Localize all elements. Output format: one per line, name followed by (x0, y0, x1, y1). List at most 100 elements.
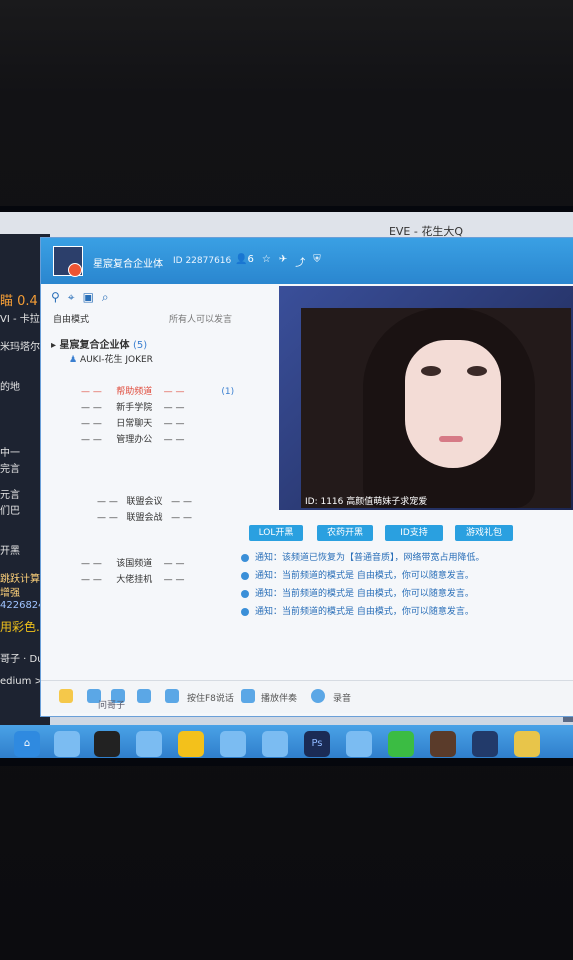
streamer-video: ID: 1116 高颜值萌妹子求宠爱 (301, 308, 571, 508)
eve-icon[interactable] (472, 731, 498, 757)
channel-name: 星宸复合企业体 (93, 259, 163, 270)
location-icon[interactable]: ⌖ (68, 290, 75, 305)
mixer-icon[interactable] (137, 689, 151, 703)
info-icon (241, 607, 249, 616)
dash: — — (163, 403, 185, 413)
record-icon[interactable] (311, 689, 325, 703)
network-icon[interactable] (262, 731, 288, 757)
eve-line: 们巴 (0, 506, 20, 517)
notice-text: 通知：当前频道的模式是 自由模式，你可以随意发言。 (255, 607, 474, 617)
expand-icon: ▸ (51, 340, 60, 351)
tree-item-count: (1) (221, 387, 235, 397)
dash: — — (163, 387, 185, 397)
dash: — — (81, 419, 102, 429)
tree-item-label: 新手学院 (116, 403, 153, 413)
search-icon[interactable]: ⌕ (102, 290, 109, 305)
star-icon[interactable]: ☆ (262, 254, 271, 269)
channel-avatar[interactable] (53, 246, 83, 277)
home-icon[interactable]: ⌂ (14, 731, 40, 757)
face-shape (405, 340, 501, 468)
tree-item-label: 联盟会战 (126, 513, 163, 523)
toolbar: ⚲ ⌖ ▣ ⌕ (51, 290, 109, 305)
tree-item-afk[interactable]: — — 大佬挂机 — — (81, 572, 185, 585)
app-icon[interactable] (54, 731, 80, 757)
tree-item-label: 日常聊天 (116, 419, 153, 429)
tree-item-label: 管理办公 (116, 435, 153, 445)
notice-item: 通知：当前频道的模式是 自由模式，你可以随意发言。 (241, 586, 474, 599)
tree-item-label: 该国频道 (116, 559, 153, 569)
plane-icon[interactable]: ✈ (279, 254, 287, 269)
eve-line: 元言 (0, 490, 20, 501)
screen-icon[interactable] (165, 689, 179, 703)
lol-button[interactable]: LOL开黑 (249, 525, 303, 541)
mode-right-label: 所有人可以发言 (169, 315, 233, 325)
notice-item: 通知：当前频道的模式是 自由模式，你可以随意发言。 (241, 568, 474, 581)
eve-line: 完言 (0, 464, 20, 475)
eye-shape (467, 366, 487, 376)
ptt-label[interactable]: 按住F8说话 (187, 691, 234, 704)
tree-user-label: AUKI-花生 JOKER (79, 355, 153, 365)
eye-shape (421, 366, 441, 376)
tree-root-count: (5) (133, 340, 148, 351)
dash: — — (97, 513, 118, 523)
photoshop-icon[interactable]: Ps (304, 731, 330, 757)
notice-item: 通知：该频道已恢复为【普通音质】，网络带宽占用降低。 (241, 550, 485, 563)
music-label[interactable]: 播放伴奏 (261, 691, 297, 704)
video-panel[interactable]: ID: 1116 高颜值萌妹子求宠爱 (279, 286, 573, 510)
tree-item-admin[interactable]: — — 管理办公 — — (81, 432, 185, 445)
notice-item: 通知：当前频道的模式是 自由模式，你可以随意发言。 (241, 604, 474, 617)
tree-item-label: 大佬挂机 (116, 575, 153, 585)
eve-line: VI - 卡拉 (0, 314, 40, 325)
gift-button[interactable]: 游戏礼包 (455, 525, 513, 541)
note-icon[interactable]: ▣ (83, 290, 94, 305)
tree-item-help[interactable]: — — 帮助频道 — — (1) (81, 384, 234, 397)
eve-line: 瞄 0.4 (0, 294, 38, 309)
chat-app-icon[interactable] (514, 731, 540, 757)
badge-icon (68, 263, 82, 277)
chrome-icon[interactable] (178, 731, 204, 757)
kings-button[interactable]: 农药开黑 (317, 525, 373, 541)
shield-icon[interactable]: ⛨ (313, 254, 321, 269)
game-window-icon[interactable] (430, 731, 456, 757)
user-icon: ♟ (69, 355, 80, 365)
info-icon (241, 589, 249, 598)
quick-buttons: LOL开黑 农药开黑 ID支持 游戏礼包 (249, 525, 569, 545)
qq-icon[interactable] (94, 731, 120, 757)
eve-line: 中一 (0, 448, 20, 459)
share-icon[interactable]: ⤴ (295, 254, 305, 269)
browser-icon[interactable] (136, 731, 162, 757)
info-icon (241, 571, 249, 580)
tree-user[interactable]: ♟ AUKI-花生 JOKER (69, 352, 153, 365)
tree-item-newbie[interactable]: — — 新手学院 — — (81, 400, 185, 413)
dash: — — (163, 559, 185, 569)
music-icon[interactable] (241, 689, 255, 703)
dash: — — (81, 403, 102, 413)
screen: EVE - 花生大Q 瞄 0.4 VI - 卡拉 米玛塔尔 的地 中一 完言 元… (0, 212, 573, 758)
info-icon (241, 553, 249, 562)
eve-line: 的地 (0, 382, 20, 393)
tree-root[interactable]: ▸ 星宸复合企业体 (5) (51, 336, 147, 351)
video-app-icon[interactable] (388, 731, 414, 757)
tree-item-chat[interactable]: — — 日常聊天 — — (81, 416, 185, 429)
user-icon[interactable]: ⚲ (51, 290, 60, 305)
dash: — — (171, 513, 192, 523)
tree-item-meeting[interactable]: — — 联盟会议 — — (97, 494, 192, 507)
tree-item-label: 帮助频道 (116, 387, 153, 397)
notice-text: 通知：该频道已恢复为【普通音质】，网络带宽占用降低。 (255, 553, 485, 563)
explorer-icon[interactable] (346, 731, 372, 757)
id-support-button[interactable]: ID支持 (385, 525, 443, 541)
desk-label: 问哥子 (98, 701, 126, 711)
tree-item-country[interactable]: — — 该国频道 — — (81, 556, 185, 569)
dash: — — (81, 559, 102, 569)
game-icon[interactable] (220, 731, 246, 757)
member-count: 6 (247, 254, 254, 265)
record-label[interactable]: 录音 (333, 691, 351, 704)
tree-item-battle[interactable]: — — 联盟会战 — — (97, 510, 192, 523)
mouth-shape (439, 436, 463, 442)
dash: — — (81, 435, 102, 445)
voice-chat-window: 星宸复合企业体 ID 22877616 👤6 ☆ ✈ ⤴ ⛨ ⚲ ⌖ ▣ ⌕ 自… (40, 237, 573, 717)
window-header: 星宸复合企业体 ID 22877616 👤6 ☆ ✈ ⤴ ⛨ (41, 238, 573, 284)
tree-root-label: 星宸复合企业体 (59, 340, 130, 351)
emoji-icon[interactable] (59, 689, 73, 703)
mode-label: 自由模式 (53, 315, 90, 325)
